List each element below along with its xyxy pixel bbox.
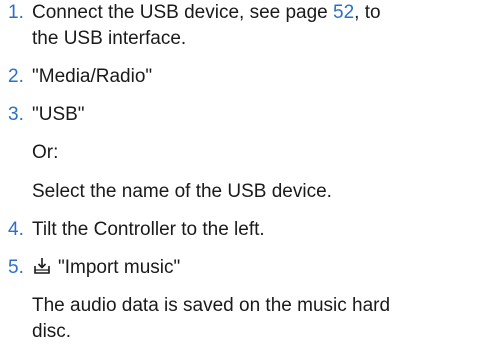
import-music-icon [34, 258, 50, 274]
step-text: "Media/Radio" [32, 66, 153, 87]
note-line1: The audio data is saved on the music har… [32, 295, 391, 316]
or-label: Or: [32, 142, 59, 163]
step-text-part1: Connect the USB device, see page [32, 2, 334, 23]
instruction-text: Select the name of the USB device. [32, 181, 332, 202]
import-music-label: "Import music" [58, 257, 181, 278]
step-text: "Import music" [32, 255, 180, 281]
step-number: 1. [8, 2, 24, 23]
step-text: "USB" [32, 104, 85, 125]
page-link[interactable]: 52 [333, 2, 354, 23]
note-line2: disc. [32, 321, 72, 342]
step-number: 2. [8, 66, 24, 87]
step-number: 4. [8, 219, 24, 240]
step-text: Connect the USB device, see page 52, to [32, 0, 381, 26]
step-text-part2: , to [354, 2, 381, 23]
step-number: 3. [8, 104, 24, 125]
step-text-line2: the USB interface. [32, 28, 187, 49]
manual-page: { "steps": [ { "number": "1.", "text_par… [0, 0, 483, 347]
step-number: 5. [8, 257, 24, 278]
step-text: Tilt the Controller to the left. [32, 219, 265, 240]
